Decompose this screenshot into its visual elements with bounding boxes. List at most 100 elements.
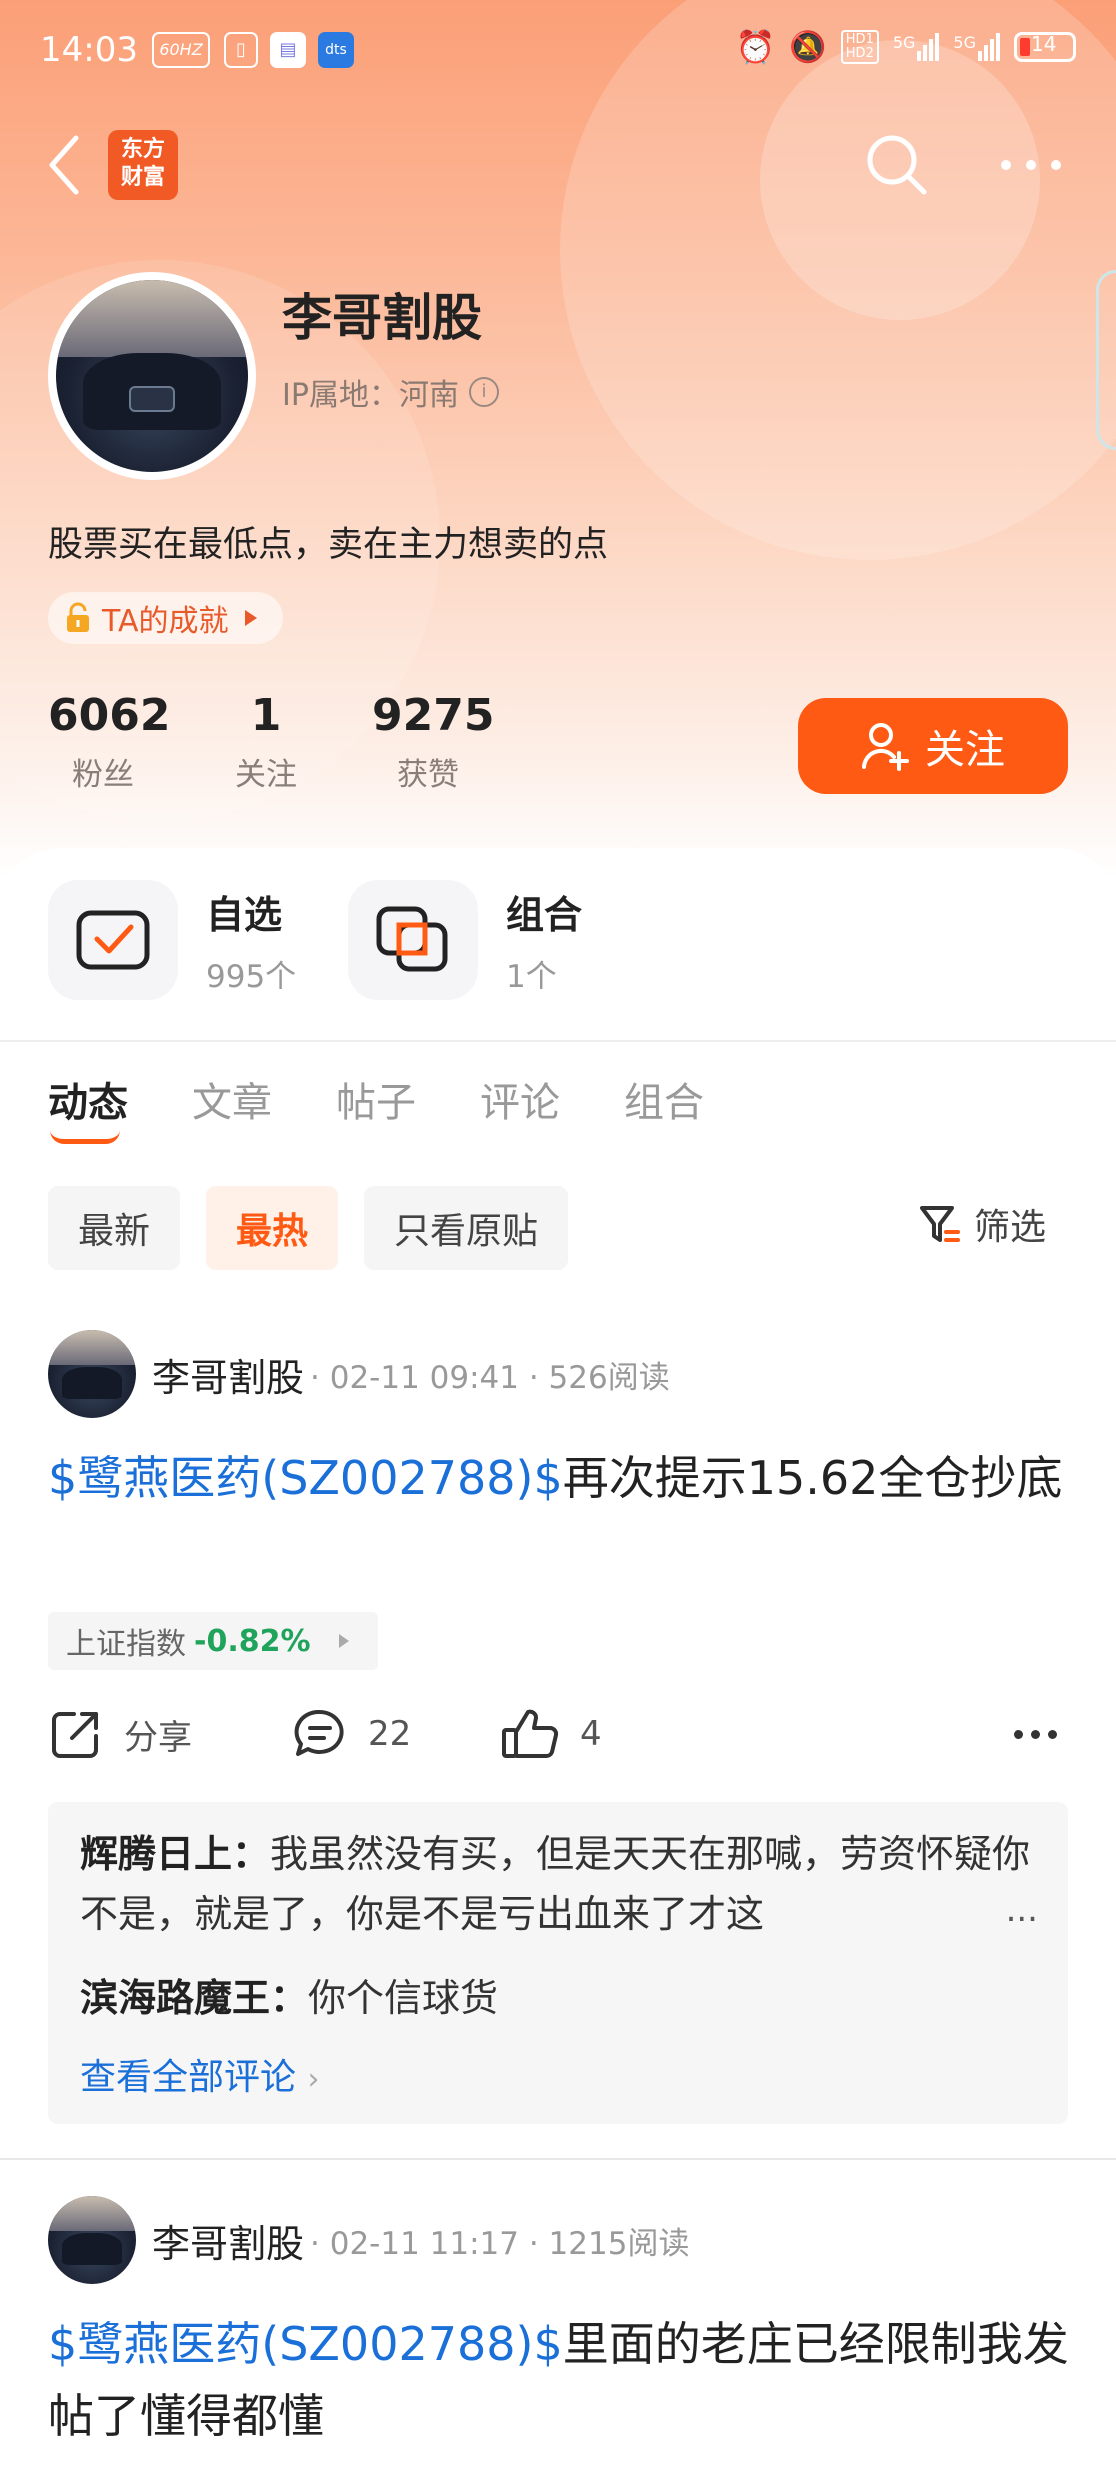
portfolio-icon-box [348, 880, 478, 1000]
chip-original-only[interactable]: 只看原贴 [364, 1186, 569, 1270]
like-button[interactable]: 4 [500, 1706, 602, 1762]
status-right-group: ⏰ 🔕 HD1 HD2 5G 5G 14 [736, 28, 1076, 66]
stat-label: 获赞 [397, 757, 459, 793]
avatar[interactable] [48, 2196, 136, 2284]
stock-link[interactable]: $鹭燕医药(SZ002788)$ [48, 2317, 563, 2371]
stat-value: 1 [250, 690, 282, 741]
portfolio-entry[interactable]: 组合 1个 [348, 880, 582, 1000]
index-name: 上证指数 [66, 1627, 186, 1662]
tab-comments[interactable]: 评论 [480, 1070, 560, 1128]
comment-item: 辉腾日上：我虽然没有买，但是天天在那喊，劳资怀疑你不是，就是了，你是不是亏出血来… [80, 1824, 1040, 1944]
index-change: -0.82% [194, 1623, 311, 1659]
stat-following[interactable]: 1 关注 [216, 690, 316, 794]
side-edge-handle[interactable] [1096, 270, 1116, 450]
comment-text: 你个信球货 [308, 1976, 499, 2020]
hd1-label: HD1 [845, 32, 874, 47]
info-icon[interactable]: i [468, 377, 499, 407]
post-author[interactable]: 李哥割股 [152, 2213, 304, 2268]
app-logo: 东方 财富 [108, 130, 178, 200]
watchlist-title: 自选 [206, 893, 283, 937]
hd2-label: HD2 [845, 46, 874, 61]
comments-preview[interactable]: 辉腾日上：我虽然没有买，但是天天在那喊，劳资怀疑你不是，就是了，你是不是亏出血来… [48, 1802, 1068, 2124]
signal-2-label: 5G [953, 33, 976, 52]
more-options-button[interactable] [996, 150, 1066, 180]
chevron-right-icon: › [307, 2062, 320, 2097]
chevron-left-icon [49, 135, 79, 195]
hd-icon: HD1 HD2 [840, 30, 879, 64]
chip-hottest[interactable]: 最热 [206, 1186, 339, 1270]
tab-articles[interactable]: 文章 [192, 1070, 272, 1128]
signal-icon: 5G [953, 33, 1000, 61]
stat-likes[interactable]: 9275 获赞 [372, 690, 495, 794]
filter-button[interactable]: 筛选 [918, 1198, 1046, 1250]
comment-count: 22 [368, 1714, 412, 1754]
index-badge[interactable]: 上证指数 -0.82% [48, 1612, 378, 1670]
sort-chips: 最新 最热 只看原贴 [48, 1186, 569, 1270]
tab-activity[interactable]: 动态 [48, 1070, 128, 1128]
follow-label: 关注 [925, 727, 1005, 773]
ip-location: IP属地：河南 i [282, 370, 499, 414]
stat-value: 6062 [48, 690, 171, 741]
post-header: 李哥割股 · 02-11 09:41 · 526阅读 [48, 1330, 670, 1418]
comment-user[interactable]: 辉腾日上： [80, 1832, 270, 1876]
tab-posts[interactable]: 帖子 [336, 1070, 416, 1128]
stock-link[interactable]: $鹭燕医药(SZ002788)$ [48, 1451, 563, 1505]
portfolio-title: 组合 [506, 893, 583, 937]
profile-bio: 股票买在最低点，卖在主力想卖的点 [48, 525, 609, 565]
battery-icon: 14 [1014, 32, 1076, 62]
comment-icon [294, 1709, 344, 1756]
view-all-label: 查看全部评论 [80, 2057, 297, 2098]
tab-portfolio[interactable]: 组合 [624, 1070, 704, 1128]
ip-location-text: IP属地：河南 [282, 378, 459, 413]
status-time: 14:03 [40, 30, 138, 70]
share-button[interactable]: 分享 [48, 1706, 192, 1762]
follow-button[interactable]: 关注 [798, 698, 1068, 794]
comment-item: 滨海路魔王：你个信球货 [80, 1968, 1040, 2028]
watchlist-icon-box [48, 880, 178, 1000]
thumbs-up-icon [502, 1709, 559, 1758]
back-button[interactable] [44, 130, 84, 200]
profile-name: 李哥割股 [282, 289, 482, 347]
avatar[interactable] [48, 1330, 136, 1418]
comment-user[interactable]: 滨海路魔王： [80, 1976, 308, 2020]
post-body[interactable]: $鹭燕医药(SZ002788)$再次提示15.62全仓抄底 [48, 1442, 1078, 1514]
view-all-comments-link[interactable]: 查看全部评论 › [80, 2048, 319, 2100]
logo-line-2: 财富 [120, 165, 165, 190]
filter-label: 筛选 [974, 1207, 1047, 1248]
achievements-label: TA的成就 [102, 604, 229, 639]
caret-right-icon [338, 1634, 349, 1648]
signal-icon: 5G [893, 33, 940, 61]
share-icon [52, 1712, 98, 1758]
watchlist-entry[interactable]: 自选 995个 [48, 880, 296, 1000]
divider [0, 1040, 1116, 1042]
comment-button[interactable]: 22 [292, 1706, 411, 1762]
signal-1-label: 5G [892, 33, 916, 52]
filter-icon [920, 1206, 960, 1242]
post-actions: 分享 22 4 [48, 1706, 1068, 1774]
post-more-button[interactable] [1014, 1730, 1057, 1739]
stat-followers[interactable]: 6062 粉丝 [48, 690, 171, 794]
tab-bar: 动态 文章 帖子 评论 组合 [48, 1070, 704, 1128]
stat-label: 关注 [235, 757, 297, 793]
stat-label: 粉丝 [72, 757, 134, 793]
battery-level: 14 [1031, 32, 1057, 56]
search-button[interactable] [862, 130, 932, 200]
post-divider [0, 2158, 1116, 2160]
watchlist-count: 995个 [206, 959, 297, 995]
comment-ellipsis: ... [995, 1890, 1038, 1930]
gallery-icon: ▤ [270, 32, 306, 68]
notification-icon: ▯ [224, 32, 258, 68]
profile-avatar[interactable] [48, 272, 256, 480]
refresh-rate-icon: 60HZ [152, 32, 210, 68]
lock-icon [67, 602, 89, 632]
active-tab-indicator [50, 1130, 120, 1144]
dts-icon: dts [318, 32, 354, 68]
stat-value: 9275 [372, 690, 495, 741]
share-label: 分享 [124, 1717, 192, 1758]
chip-latest[interactable]: 最新 [48, 1186, 181, 1270]
post-author[interactable]: 李哥割股 [152, 1347, 304, 1402]
achievements-button[interactable]: TA的成就 [48, 592, 283, 644]
alarm-icon: ⏰ [735, 28, 776, 66]
post-body[interactable]: $鹭燕医药(SZ002788)$里面的老庄已经限制我发帖了懂得都懂 [48, 2308, 1078, 2452]
portfolio-count: 1个 [506, 959, 557, 995]
